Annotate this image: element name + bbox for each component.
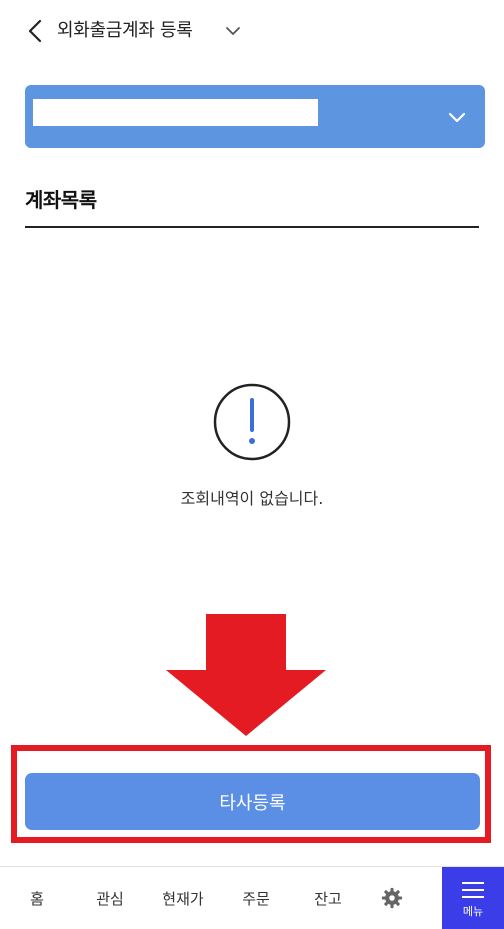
exclamation-circle-icon [213,383,291,461]
section-divider [25,226,479,228]
chevron-down-icon[interactable] [224,22,242,40]
chevron-down-icon [448,112,466,123]
nav-order[interactable]: 주문 [232,867,280,929]
nav-settings[interactable] [374,867,410,929]
header: 외화출금계좌 등록 [0,0,504,62]
nav-balance[interactable]: 잔고 [304,867,352,929]
nav-menu-label: 메뉴 [462,905,484,918]
bottom-navigation: 홈 관심 현재가 주문 잔고 메뉴 [0,866,504,929]
account-select-dropdown[interactable] [25,85,485,148]
account-number-redacted [33,99,318,126]
nav-menu-button[interactable]: 메뉴 [442,867,504,929]
red-down-arrow-annotation [166,614,326,736]
nav-current-price[interactable]: 현재가 [154,867,212,929]
empty-state-message: 조회내역이 없습니다. [180,489,324,508]
gear-icon [381,887,403,909]
register-other-bank-button[interactable]: 타사등록 [25,773,480,830]
nav-watchlist[interactable]: 관심 [86,867,134,929]
nav-home[interactable]: 홈 [16,867,58,929]
account-list-heading: 계좌목록 [25,188,97,212]
page-title: 외화출금계좌 등록 [57,20,193,41]
hamburger-menu-icon [462,882,484,898]
back-arrow-icon[interactable] [24,18,50,44]
